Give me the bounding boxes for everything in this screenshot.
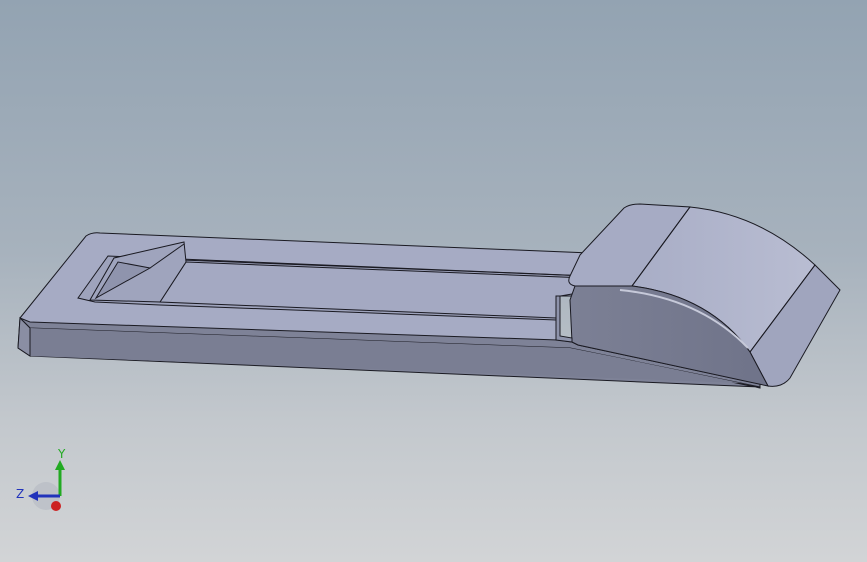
graphics-viewport[interactable]: Y Z — [0, 0, 867, 562]
y-axis-label: Y — [57, 447, 66, 461]
slot-end-notch[interactable] — [555, 295, 573, 343]
y-arrow-icon — [55, 460, 65, 470]
x-axis-icon — [51, 501, 61, 511]
3d-part-model[interactable] — [0, 0, 867, 562]
z-axis-label: Z — [16, 487, 24, 501]
view-orientation-triad[interactable]: Y Z — [14, 440, 74, 520]
